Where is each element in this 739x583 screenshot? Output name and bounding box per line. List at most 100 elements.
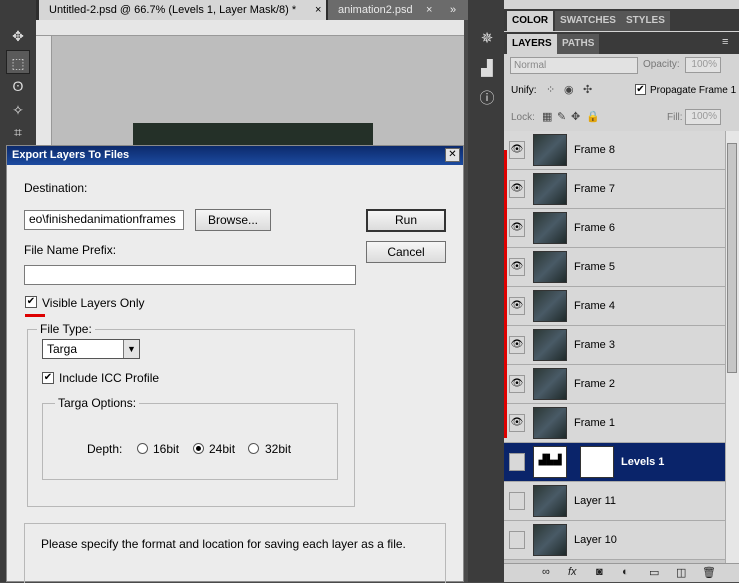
layer-row[interactable]: 👁 Frame 1 bbox=[504, 404, 725, 443]
histogram-icon[interactable]: ▟ bbox=[476, 58, 498, 80]
lock-label: Lock: bbox=[511, 112, 535, 123]
layer-row[interactable]: 👁 Frame 7 bbox=[504, 170, 725, 209]
tab-animation2[interactable]: animation2.psd × » bbox=[328, 0, 468, 20]
layer-thumbnail: ▟▙▟ bbox=[533, 446, 567, 478]
blend-mode-select[interactable]: Normal bbox=[510, 57, 638, 74]
layer-name: Frame 6 bbox=[574, 222, 615, 234]
layer-row[interactable]: 👁 Frame 5 bbox=[504, 248, 725, 287]
layer-name: Frame 1 bbox=[574, 417, 615, 429]
file-type-select[interactable]: Targa ▼ bbox=[42, 339, 140, 359]
lock-pixels-icon[interactable]: ✎ bbox=[557, 110, 566, 123]
panel-menu-icon[interactable]: ≡ bbox=[722, 36, 728, 48]
layer-thumbnail bbox=[533, 212, 567, 244]
depth-24bit-radio[interactable] bbox=[193, 443, 204, 454]
dialog-close-icon[interactable]: ✕ bbox=[445, 148, 460, 162]
run-button[interactable]: Run bbox=[366, 209, 446, 232]
depth-32bit-radio[interactable] bbox=[248, 443, 259, 454]
visibility-toggle[interactable] bbox=[509, 453, 525, 471]
layer-row[interactable]: 👁 Frame 4 bbox=[504, 287, 725, 326]
layer-name: Frame 3 bbox=[574, 339, 615, 351]
eye-icon[interactable]: 👁 bbox=[509, 258, 525, 276]
lock-transparency-icon[interactable]: ▦ bbox=[542, 110, 552, 123]
tab-styles[interactable]: STYLES bbox=[621, 11, 670, 31]
tab-overflow-icon[interactable]: » bbox=[450, 0, 456, 20]
close-icon[interactable]: × bbox=[315, 0, 321, 20]
eye-icon[interactable]: 👁 bbox=[509, 297, 525, 315]
browse-button[interactable]: Browse... bbox=[195, 209, 271, 231]
magic-wand-tool-icon[interactable]: ✧ bbox=[6, 98, 30, 122]
link-layers-icon[interactable]: ∞ bbox=[542, 566, 550, 578]
depth-16bit-radio[interactable] bbox=[137, 443, 148, 454]
cancel-button[interactable]: Cancel bbox=[366, 241, 446, 263]
eye-icon[interactable]: 👁 bbox=[509, 414, 525, 432]
propagate-label: Propagate Frame 1 bbox=[650, 85, 737, 96]
tab-paths[interactable]: PATHS bbox=[557, 34, 600, 54]
new-layer-icon[interactable]: ◫ bbox=[676, 566, 686, 579]
trash-icon[interactable]: 🗑 bbox=[702, 566, 716, 579]
marquee-tool-icon[interactable]: ⬚ bbox=[6, 50, 30, 74]
opacity-field[interactable]: 100% bbox=[685, 57, 721, 73]
layer-thumbnail bbox=[533, 407, 567, 439]
adjustment-layer-icon[interactable]: ◐ bbox=[622, 566, 629, 578]
eye-icon[interactable]: 👁 bbox=[509, 141, 525, 159]
lock-position-icon[interactable]: ✥ bbox=[571, 110, 580, 123]
layer-thumbnail bbox=[533, 173, 567, 205]
layer-row[interactable]: ▟▙▟ Levels 1 bbox=[504, 443, 725, 482]
layer-name: Levels 1 bbox=[621, 456, 665, 468]
export-layers-dialog: Export Layers To Files ✕ Destination: eo… bbox=[6, 145, 464, 583]
layer-thumbnail bbox=[533, 251, 567, 283]
color-panel-tabbar: COLOR SWATCHES STYLES bbox=[504, 9, 739, 31]
lock-all-icon[interactable]: 🔒 bbox=[586, 110, 600, 123]
annotation-underline bbox=[25, 314, 45, 317]
close-icon[interactable]: × bbox=[426, 0, 432, 20]
layer-name: Frame 5 bbox=[574, 261, 615, 273]
blend-mode-value: Normal bbox=[514, 60, 547, 71]
unify-position-icon[interactable]: ⁘ bbox=[546, 83, 555, 96]
tab-color[interactable]: COLOR bbox=[507, 11, 554, 31]
fill-field[interactable]: 100% bbox=[685, 109, 721, 125]
layer-row[interactable]: Layer 11 bbox=[504, 482, 725, 521]
visibility-toggle[interactable] bbox=[509, 531, 525, 549]
layer-row[interactable]: 👁 Frame 8 bbox=[504, 131, 725, 170]
layer-thumbnail bbox=[533, 329, 567, 361]
fx-icon[interactable]: fx bbox=[568, 566, 577, 578]
targa-options-label: Targa Options: bbox=[55, 396, 140, 410]
layer-row[interactable]: Layer 10 bbox=[504, 521, 725, 560]
unify-style-icon[interactable]: ✣ bbox=[583, 83, 592, 96]
eye-icon[interactable]: 👁 bbox=[509, 180, 525, 198]
layer-row[interactable]: 👁 Frame 2 bbox=[504, 365, 725, 404]
file-name-prefix-field[interactable] bbox=[24, 265, 356, 285]
unify-visibility-icon[interactable]: ◉ bbox=[564, 83, 574, 96]
propagate-checkbox[interactable]: ✔ bbox=[635, 84, 646, 95]
tab-swatches[interactable]: SWATCHES bbox=[555, 11, 621, 31]
layers-panel-tabbar: LAYERS PATHS ≡ bbox=[504, 32, 739, 54]
navigator-icon[interactable]: ✵ bbox=[476, 28, 498, 50]
layer-thumbnail bbox=[533, 134, 567, 166]
move-tool-icon[interactable]: ✥ bbox=[6, 24, 30, 48]
depth-label: Depth: bbox=[87, 442, 123, 456]
tab-layers[interactable]: LAYERS bbox=[507, 34, 557, 54]
lasso-tool-icon[interactable]: ʘ bbox=[6, 74, 30, 98]
eye-icon[interactable]: 👁 bbox=[509, 336, 525, 354]
icc-profile-checkbox[interactable]: ✔ bbox=[42, 372, 54, 384]
crop-tool-icon[interactable]: ⌗ bbox=[6, 120, 30, 144]
prefix-label: File Name Prefix: bbox=[24, 243, 117, 257]
tab-untitled-2[interactable]: Untitled-2.psd @ 66.7% (Levels 1, Layer … bbox=[39, 0, 326, 20]
layer-row[interactable]: 👁 Frame 3 bbox=[504, 326, 725, 365]
layer-mask-icon[interactable]: ◙ bbox=[596, 566, 603, 578]
layer-name: Frame 7 bbox=[574, 183, 615, 195]
layer-name: Frame 8 bbox=[574, 144, 615, 156]
visibility-toggle[interactable] bbox=[509, 492, 525, 510]
eye-icon[interactable]: 👁 bbox=[509, 219, 525, 237]
chevron-down-icon[interactable]: ▼ bbox=[123, 340, 139, 358]
eye-icon[interactable]: 👁 bbox=[509, 375, 525, 393]
scrollbar-thumb[interactable] bbox=[727, 143, 737, 373]
layer-row[interactable]: 👁 Frame 6 bbox=[504, 209, 725, 248]
depth-32bit-label: 32bit bbox=[265, 442, 292, 456]
destination-field[interactable]: eo\finishedanimationframes bbox=[24, 210, 184, 230]
new-group-icon[interactable]: ▭ bbox=[649, 566, 659, 579]
layer-thumbnail bbox=[533, 368, 567, 400]
visible-layers-checkbox[interactable]: ✔ bbox=[25, 296, 37, 308]
layer-mask-thumbnail[interactable] bbox=[580, 446, 614, 478]
info-icon[interactable]: ⓘ bbox=[476, 88, 498, 110]
